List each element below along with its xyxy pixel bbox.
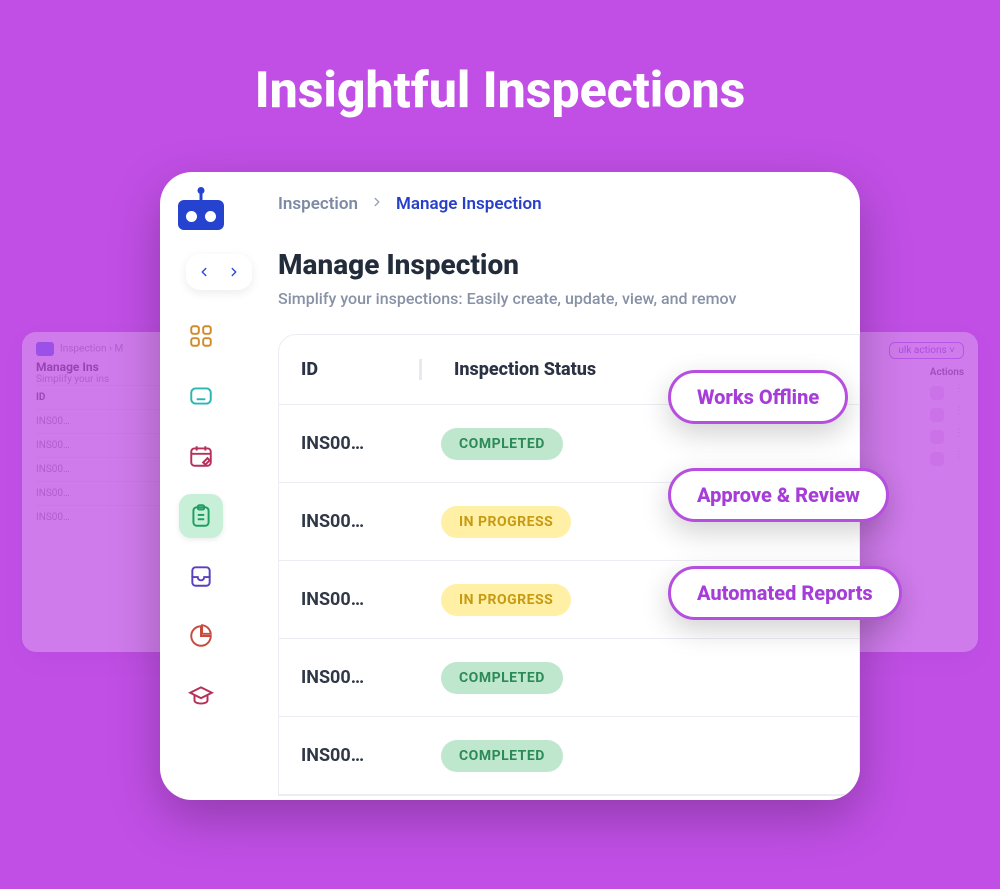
feature-pill-offline: Works Offline: [668, 370, 848, 424]
breadcrumb-current: Manage Inspection: [396, 194, 542, 214]
hero-title: Insightful Inspections: [0, 0, 1000, 120]
grid-icon: [188, 323, 214, 349]
sidebar-item-inspections[interactable]: [179, 494, 223, 538]
sidebar-item-chat[interactable]: [179, 374, 223, 418]
status-badge: IN PROGRESS: [441, 506, 571, 538]
col-header-id[interactable]: ID: [279, 359, 419, 380]
pie-chart-icon: [188, 623, 214, 649]
sidebar-item-dashboard[interactable]: [179, 314, 223, 358]
cell-id: INS00…: [279, 589, 419, 610]
chevron-right-icon: [227, 265, 241, 279]
feature-pill-reports: Automated Reports: [668, 566, 902, 620]
chevron-left-icon: [197, 265, 211, 279]
page-subtitle: Simplify your inspections: Easily create…: [278, 289, 860, 308]
sidebar: [160, 172, 242, 800]
nav-arrows: [186, 254, 252, 290]
status-badge: COMPLETED: [441, 740, 563, 772]
cell-id: INS00…: [279, 667, 419, 688]
inbox-icon: [188, 563, 214, 589]
chat-icon: [188, 383, 214, 409]
page-title: Manage Inspection: [278, 248, 860, 281]
app-logo: [178, 190, 224, 230]
breadcrumb-root[interactable]: Inspection: [278, 194, 358, 214]
status-badge: COMPLETED: [441, 428, 563, 460]
graduation-cap-icon: [188, 683, 214, 709]
cell-id: INS00…: [279, 511, 419, 532]
feature-pill-approve: Approve & Review: [668, 468, 889, 522]
cell-id: INS00…: [279, 433, 419, 454]
chevron-right-icon: [370, 194, 384, 214]
status-badge: IN PROGRESS: [441, 584, 571, 616]
table-row[interactable]: INS00… COMPLETED: [279, 639, 859, 717]
cell-status: COMPLETED: [419, 662, 859, 694]
table-row[interactable]: INS00… COMPLETED: [279, 717, 859, 795]
calendar-edit-icon: [188, 443, 214, 469]
breadcrumb: Inspection Manage Inspection: [278, 194, 860, 214]
cell-status: COMPLETED: [419, 428, 859, 460]
sidebar-item-training[interactable]: [179, 674, 223, 718]
nav-back-button[interactable]: [192, 260, 216, 284]
status-badge: COMPLETED: [441, 662, 563, 694]
cell-status: COMPLETED: [419, 740, 859, 772]
clipboard-icon: [188, 503, 214, 529]
sidebar-item-calendar[interactable]: [179, 434, 223, 478]
sidebar-item-inbox[interactable]: [179, 554, 223, 598]
sidebar-item-analytics[interactable]: [179, 614, 223, 658]
nav-forward-button[interactable]: [222, 260, 246, 284]
cell-id: INS00…: [279, 745, 419, 766]
